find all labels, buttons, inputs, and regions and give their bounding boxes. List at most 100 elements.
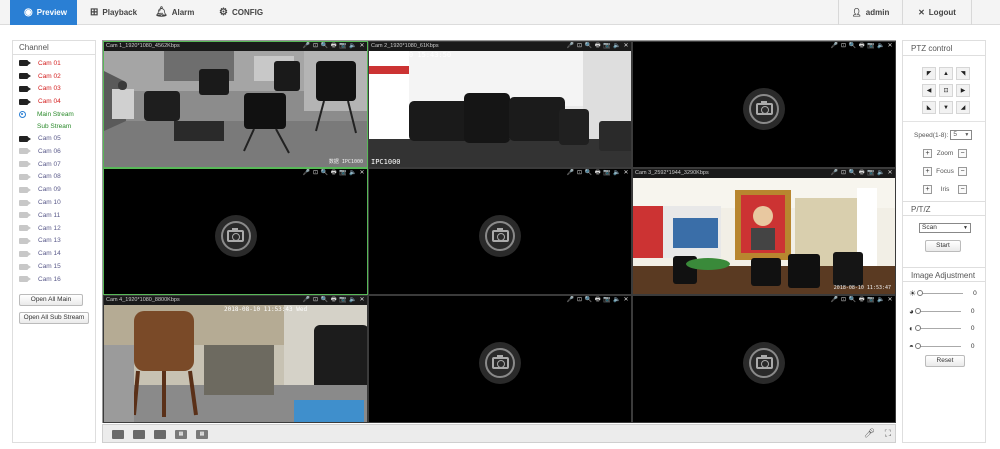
video-cell-empty-8[interactable]: 🎤 ⊡ 🔍 🖶 📷 🔈 ✕ — [368, 295, 632, 423]
video-cell-cam-3[interactable]: Cam 3_2592*1944_3290Kbps 🎤 ⊡ 🔍 🖶 📷 🔈 ✕ 2… — [632, 168, 896, 295]
channel-item-cam-08[interactable]: Cam 08 — [13, 171, 95, 184]
image-adjustment-title: Image Adjustment — [903, 267, 985, 282]
nav-preview-tab[interactable]: ◉ Preview — [10, 0, 77, 25]
video-cell-empty-5[interactable]: 🎤 ⊡ 🔍 🖶 📷 🔈 ✕ — [368, 168, 632, 295]
sub-stream-label: Sub Stream — [37, 122, 72, 130]
brightness-slider[interactable]: ☀ 0 — [909, 288, 985, 298]
ptz-down-right-button[interactable]: ◢ — [956, 101, 970, 114]
camera-icon — [19, 148, 31, 155]
camera-timestamp: 2018-08-10 11:53:43 Wed — [224, 306, 308, 313]
ptz-up-left-button[interactable]: ◤ — [922, 67, 936, 80]
channel-item-cam-13[interactable]: Cam 13 — [13, 235, 95, 248]
camera-icon — [19, 225, 31, 232]
cell-toolbar-icons[interactable]: 🎤 ⊡ 🔍 🖶 📷 🔈 ✕ — [831, 296, 893, 305]
open-all-main-button[interactable]: Open All Main — [19, 294, 83, 306]
zoom-label: Zoom — [936, 150, 954, 157]
main-stream-option[interactable]: Main Stream — [13, 108, 95, 120]
zoom-out-button[interactable]: − — [958, 149, 967, 158]
ptz-down-left-button[interactable]: ◣ — [922, 101, 936, 114]
cell-toolbar-icons[interactable]: 🎤 ⊡ 🔍 🖶 📷 🔈 ✕ — [303, 296, 365, 305]
channel-item-cam-01[interactable]: Cam 01 — [13, 57, 95, 70]
camera-feed-meeting-room: 2018-08-10 11:53:47 — [633, 178, 895, 294]
reset-button[interactable]: Reset — [925, 355, 965, 367]
ptz-down-button[interactable]: ▼ — [939, 101, 953, 114]
camera-icon — [19, 276, 31, 283]
iris-open-button[interactable]: + — [923, 185, 932, 194]
nav-playback-tab[interactable]: ⊞ Playback — [90, 0, 150, 25]
slider-knob[interactable] — [914, 342, 921, 349]
video-cell-cam-1[interactable]: Cam 1_1920*1080_4562Kbps 🎤 ⊡ 🔍 🖶 📷 🔈 ✕ 数… — [103, 41, 368, 168]
cell-toolbar-icons[interactable]: 🎤 ⊡ 🔍 🖶 📷 🔈 ✕ — [303, 169, 365, 178]
nav-alarm-tab[interactable]: 🔔︎ Alarm — [155, 0, 205, 25]
iris-close-button[interactable]: − — [958, 185, 967, 194]
microphone-icon[interactable]: 🎤︎ — [864, 428, 875, 439]
channel-item-cam-07[interactable]: Cam 07 — [13, 158, 95, 171]
ptz-up-button[interactable]: ▲ — [939, 67, 953, 80]
hue-value: 0 — [970, 342, 975, 350]
saturation-slider[interactable]: ◐ 0 — [909, 323, 985, 333]
slider-knob[interactable] — [914, 307, 921, 314]
speed-select[interactable]: 5 — [950, 130, 973, 140]
channel-item-cam-11[interactable]: Cam 11 — [13, 209, 95, 222]
cell-toolbar-icons[interactable]: 🎤 ⊡ 🔍 🖶 📷 🔈 ✕ — [567, 42, 629, 51]
camera-feed-office-chairs: 2018-08-10 15:43:50 IPC1000 — [369, 51, 631, 167]
ptz-control-title: PTZ control — [903, 41, 985, 56]
video-cell-empty-3[interactable]: 🎤 ⊡ 🔍 🖶 📷 🔈 ✕ — [632, 41, 896, 168]
no-camera-icon — [479, 214, 521, 257]
layout-3x3-icon[interactable] — [154, 430, 166, 439]
ptz-up-right-button[interactable]: ◥ — [956, 67, 970, 80]
sub-stream-option[interactable]: Sub Stream — [13, 120, 95, 132]
logout-label: Logout — [928, 8, 956, 17]
video-cell-cam-4[interactable]: Cam 4_1920*1080_8800Kbps 🎤 ⊡ 🔍 🖶 📷 🔈 ✕ 2… — [103, 295, 368, 423]
channel-item-cam-03[interactable]: Cam 03 — [13, 83, 95, 96]
hue-slider[interactable]: ◓ 0 — [909, 341, 985, 351]
cell-toolbar-icons[interactable]: 🎤 ⊡ 🔍 🖶 📷 🔈 ✕ — [303, 42, 365, 51]
channel-item-cam-15[interactable]: Cam 15 — [13, 260, 95, 273]
layout-16-icon[interactable]: ▦ — [196, 430, 208, 439]
layout-custom-icon[interactable]: ▦ — [175, 430, 187, 439]
no-camera-icon — [214, 214, 257, 257]
user-menu[interactable]: 👤︎ admin — [838, 0, 902, 25]
channel-item-cam-14[interactable]: Cam 14 — [13, 247, 95, 260]
channel-item-cam-16[interactable]: Cam 16 — [13, 273, 95, 286]
office-scene-image — [104, 51, 367, 167]
channel-item-cam-10[interactable]: Cam 10 — [13, 196, 95, 209]
ptz-center-button[interactable]: ⊡ — [939, 84, 953, 97]
fullscreen-icon[interactable]: ⛶ — [885, 428, 891, 439]
layout-1x1-icon[interactable] — [112, 430, 124, 439]
video-cell-empty-9[interactable]: 🎤 ⊡ 🔍 🖶 📷 🔈 ✕ — [632, 295, 896, 423]
nav-config-tab[interactable]: ⚙ CONFIG — [219, 0, 279, 25]
channel-label: Cam 05 — [38, 135, 61, 143]
logout-button[interactable]: ✕ Logout — [902, 0, 972, 25]
ptz-right-button[interactable]: ▶ — [956, 84, 970, 97]
ptz-left-button[interactable]: ◀ — [922, 84, 936, 97]
contrast-slider[interactable]: ◕ 0 — [909, 306, 985, 316]
channel-item-cam-06[interactable]: Cam 06 — [13, 145, 95, 158]
video-cell-cam-2[interactable]: Cam 2_1920*1080_61Kbps 🎤 ⊡ 🔍 🖶 📷 🔈 ✕ 201… — [368, 41, 632, 168]
focus-out-button[interactable]: − — [958, 167, 967, 176]
channel-item-cam-04[interactable]: Cam 04 — [13, 95, 95, 108]
cell-toolbar-icons[interactable]: 🎤 ⊡ 🔍 🖶 📷 🔈 ✕ — [831, 42, 893, 51]
zoom-in-button[interactable]: + — [923, 149, 932, 158]
channel-label: Cam 02 — [38, 72, 61, 80]
camera-icon — [19, 135, 31, 142]
start-button[interactable]: Start — [925, 240, 961, 252]
channel-item-cam-02[interactable]: Cam 02 — [13, 70, 95, 83]
contrast-value: 0 — [970, 307, 975, 315]
open-all-sub-stream-button[interactable]: Open All Sub Stream — [19, 312, 89, 324]
channel-label: Cam 04 — [38, 98, 61, 106]
slider-knob[interactable] — [917, 289, 924, 296]
slider-knob[interactable] — [914, 324, 921, 331]
focus-in-button[interactable]: + — [923, 167, 932, 176]
camera-icon — [19, 161, 31, 168]
scan-mode-select[interactable]: Scan — [919, 223, 971, 233]
channel-item-cam-09[interactable]: Cam 09 — [13, 183, 95, 196]
channel-item-cam-12[interactable]: Cam 12 — [13, 222, 95, 235]
layout-2x2-icon[interactable] — [133, 430, 145, 439]
channel-label: Cam 15 — [38, 263, 61, 271]
cell-toolbar-icons[interactable]: 🎤 ⊡ 🔍 🖶 📷 🔈 ✕ — [831, 169, 893, 178]
channel-item-cam-05[interactable]: Cam 05 — [13, 132, 95, 145]
cell-toolbar-icons[interactable]: 🎤 ⊡ 🔍 🖶 📷 🔈 ✕ — [567, 169, 629, 178]
video-cell-empty-4[interactable]: 🎤 ⊡ 🔍 🖶 📷 🔈 ✕ — [103, 168, 368, 295]
cell-toolbar-icons[interactable]: 🎤 ⊡ 🔍 🖶 📷 🔈 ✕ — [567, 296, 629, 305]
